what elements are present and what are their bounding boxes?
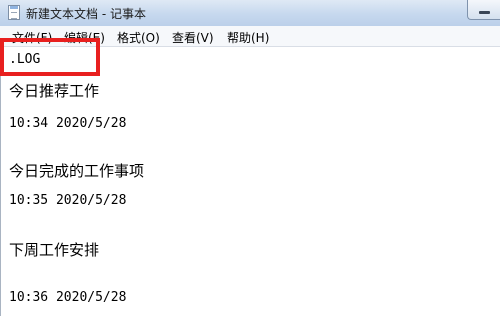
menu-view[interactable]: 查看(V) [172,29,214,46]
text-editor-area[interactable]: .LOG 今日推荐工作 10:34 2020/5/28 今日完成的工作事项 10… [0,47,500,316]
menu-format[interactable]: 格式(O) [117,29,160,46]
editor-line-timestamp: 10:36 2020/5/28 [9,290,127,305]
window-title: 新建文本文档 - 记事本 [26,7,146,21]
editor-line-timestamp: 10:35 2020/5/28 [9,193,127,208]
notepad-icon [8,5,20,20]
editor-line-plan-heading: 下周工作安排 [9,241,100,259]
minimize-icon [479,11,490,14]
editor-line-timestamp: 10:34 2020/5/28 [9,116,127,131]
red-highlight-box [0,38,100,76]
menu-help[interactable]: 帮助(H) [227,29,269,46]
editor-line-task-heading: 今日推荐工作 [9,82,100,100]
title-bar: 新建文本文档 - 记事本 [0,0,500,26]
minimize-button[interactable] [467,0,500,20]
editor-line-done-heading: 今日完成的工作事项 [9,162,145,180]
